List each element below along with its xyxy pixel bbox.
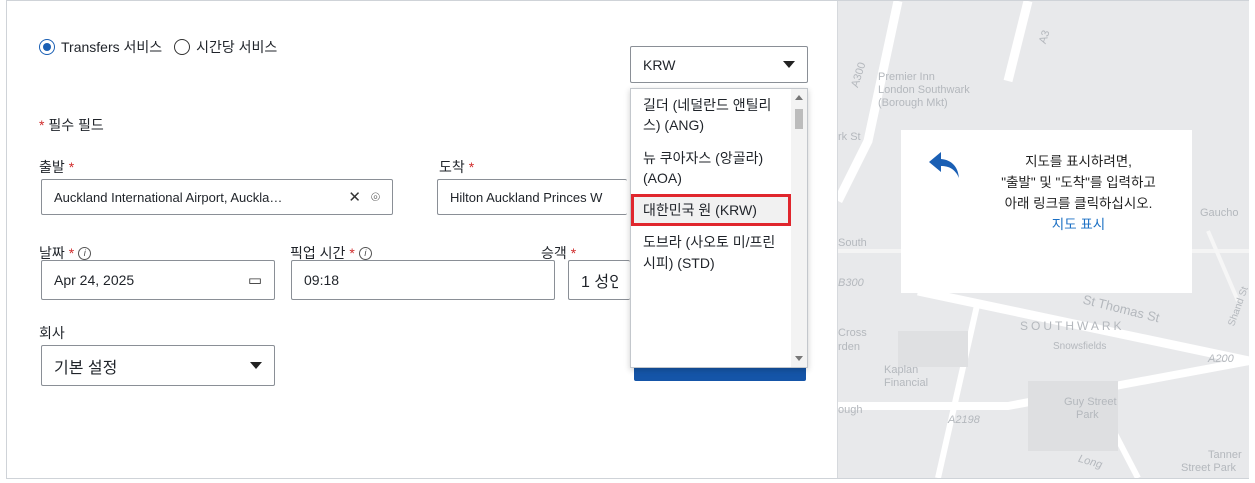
map-label-tanner: Tanner [1208,449,1242,461]
currency-option-krw[interactable]: 대한민국 원 (KRW) [631,194,791,227]
date-input-value: Apr 24, 2025 [54,272,135,288]
map-instruction-card: 지도를 표시하려면, "출발" 및 "도착"를 입력하고 아래 링크를 클릭하십… [901,130,1192,293]
passengers-value: 1 성인 [581,274,618,291]
map-label-borough-mkt: (Borough Mkt) [878,97,948,109]
from-input-value: Auckland International Airport, Auckla… [54,189,283,205]
map-label-southwark: SOUTHWARK [1020,319,1125,333]
company-value: 기본 설정 [54,359,118,377]
pickup-time-input[interactable]: 09:18 [291,260,555,300]
map-instruction-text: 지도를 표시하려면, "출발" 및 "도착"를 입력하고 아래 링크를 클릭하십… [991,152,1166,236]
dropdown-scrollbar[interactable] [791,89,807,367]
map-label-premier-inn: Premier Inn [878,71,935,83]
passengers-select[interactable]: 1 성인 [568,260,630,300]
transfers-radio-label[interactable]: Transfers 서비스 [61,37,162,57]
map-panel[interactable]: Premier Inn London Southwark (Borough Mk… [838,1,1249,478]
info-icon[interactable]: i [358,246,372,260]
currency-select[interactable]: KRW [630,46,808,83]
calendar-icon[interactable]: ▭ [248,271,262,289]
required-asterisk: * [570,245,577,261]
from-input[interactable]: Auckland International Airport, Auckla… … [41,179,393,215]
currency-option-aoa[interactable]: 뉴 쿠아자스 (앙골라) (AOA) [631,142,791,195]
required-fields-note: * 필수 필드 [39,115,104,135]
map-label-guy-street: Guy Street [1064,396,1117,408]
from-label: 출발 * [39,157,74,177]
required-note-text: 필수 필드 [48,117,104,133]
map-label-financial: Financial [884,377,929,389]
to-input-value: Hilton Auckland Princes W [450,189,603,205]
hourly-radio[interactable] [174,39,191,55]
required-asterisk: * [39,117,45,133]
transfer-booking-panel: Transfers 서비스 시간당 서비스 KRW * 필수 필드 출발 * Au… [6,0,1249,479]
map-label-gaucho: Gaucho [1200,207,1239,219]
show-map-link[interactable]: 지도 표시 [991,215,1166,236]
currency-selected-value: KRW [643,56,676,73]
info-icon[interactable]: i [78,246,92,260]
map-label-rden: rden [838,341,861,353]
to-label: 도착 * [439,157,474,177]
clear-icon[interactable]: ✕ [348,188,361,206]
currency-option-std[interactable]: 도브라 (사오토 미/프린시피) (STD) [631,226,791,279]
hourly-radio-label[interactable]: 시간당 서비스 [196,37,277,57]
to-label-text: 도착 [439,159,465,175]
required-asterisk: * [468,159,475,175]
currency-option-ang[interactable]: 길더 (네덜란드 앤틸리스) (ANG) [631,89,791,142]
map-label-snowsfields: Snowsfields [1053,341,1107,352]
map-label-cross: Cross [838,327,867,339]
chevron-down-icon [783,61,795,68]
company-label-text: 회사 [39,325,65,341]
booking-form: Transfers 서비스 시간당 서비스 KRW * 필수 필드 출발 * Au… [7,1,837,478]
location-pin-icon[interactable]: ⌾ [371,189,380,206]
date-input[interactable]: Apr 24, 2025 ▭ [41,260,275,300]
scrollbar-thumb[interactable] [795,109,803,129]
scroll-down-icon[interactable] [795,356,803,361]
service-type-group: Transfers 서비스 시간당 서비스 [39,37,283,57]
chevron-down-icon [250,362,262,369]
required-asterisk: * [68,245,75,261]
currency-options: 길더 (네덜란드 앤틸리스) (ANG) 뉴 쿠아자스 (앙골라) (AOA) … [631,89,791,279]
pickup-time-value: 09:18 [304,272,340,288]
from-label-text: 출발 [39,159,65,175]
map-label-south: South [838,237,867,249]
map-label-b300: B300 [838,277,864,289]
map-instruction-line3: 아래 링크를 클릭하십시오. [1004,195,1153,211]
map-label-rk-st: rk St [838,131,861,143]
map-label-a2198: A2198 [948,414,980,426]
map-label-london-southwark: London Southwark [878,84,970,96]
company-select[interactable]: 기본 설정 [41,345,275,386]
map-instruction-line2: "출발" 및 "도착"를 입력하고 [1001,174,1156,190]
map-label-a200: A200 [1208,353,1234,365]
map-label-street-park: Street Park [1181,462,1237,474]
currency-dropdown-list: 길더 (네덜란드 앤틸리스) (ANG) 뉴 쿠아자스 (앙골라) (AOA) … [630,88,808,368]
required-asterisk: * [68,159,75,175]
map-instruction-line1: 지도를 표시하려면, [1025,154,1132,169]
back-arrow-icon [929,152,959,178]
map-label-kaplan: Kaplan [884,364,919,376]
to-input[interactable]: Hilton Auckland Princes W [437,179,627,215]
company-label: 회사 [39,323,65,343]
passengers-label-text: 승객 [541,245,567,261]
map-label-park: Park [1076,409,1099,421]
required-asterisk: * [349,245,355,261]
map-label-borough: ough [838,404,863,416]
scroll-up-icon[interactable] [795,95,803,100]
transfers-radio[interactable] [39,39,55,55]
